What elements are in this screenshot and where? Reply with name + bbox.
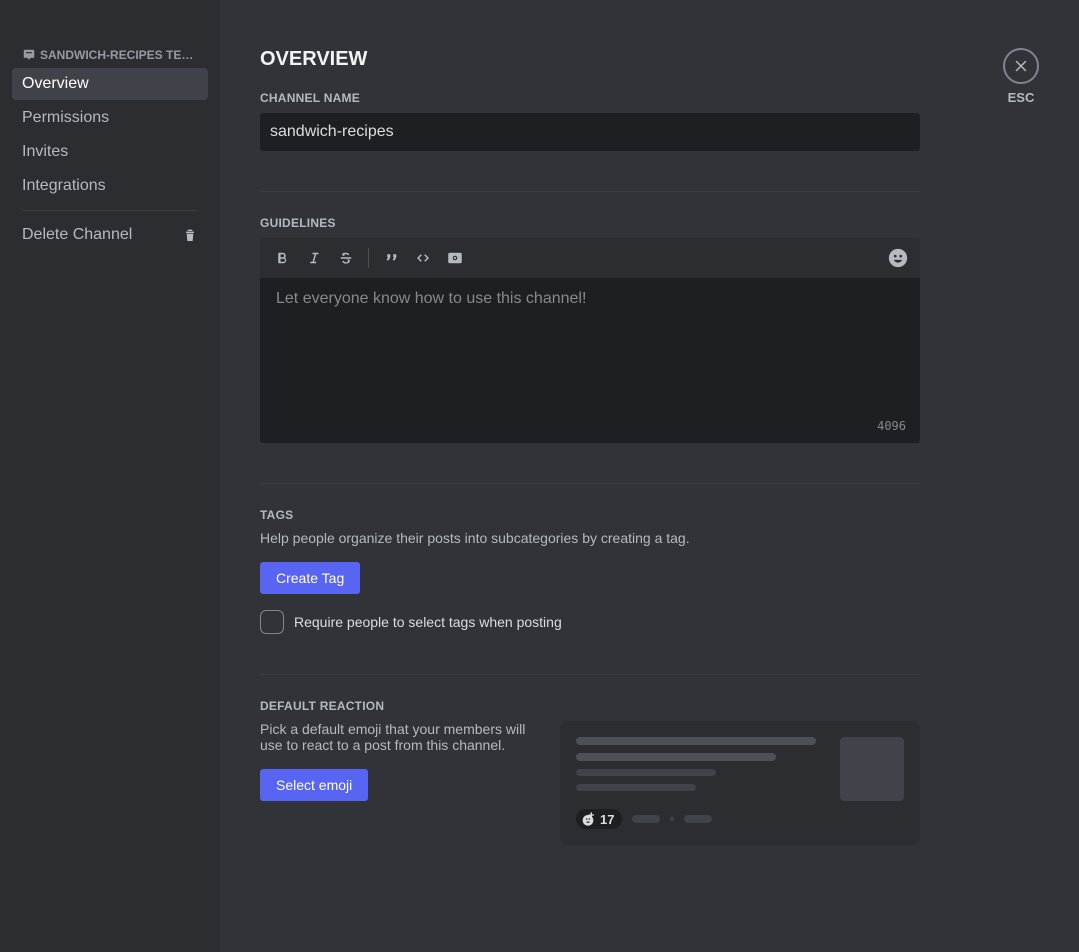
bold-icon — [273, 249, 291, 267]
require-tags-checkbox[interactable] — [260, 610, 284, 634]
channel-name-input[interactable] — [260, 113, 920, 151]
code-button[interactable] — [409, 244, 437, 272]
create-tag-button[interactable]: Create Tag — [260, 562, 360, 594]
sidebar-item-label: Overview — [22, 75, 89, 92]
italic-button[interactable] — [300, 244, 328, 272]
divider — [260, 483, 920, 484]
divider — [260, 191, 920, 192]
sidebar-category-header: SANDWICH-RECIPES TE… — [12, 48, 208, 68]
guidelines-textarea[interactable]: Let everyone know how to use this channe… — [260, 278, 920, 443]
toolbar-divider — [368, 248, 369, 268]
char-counter: 4096 — [877, 419, 906, 433]
preview-line — [576, 753, 776, 761]
tags-label: TAGS — [260, 508, 920, 522]
close-label: ESC — [1008, 90, 1035, 105]
sidebar-item-label: Integrations — [22, 177, 106, 194]
preview-line — [684, 815, 712, 823]
sidebar-item-integrations[interactable]: Integrations — [12, 170, 208, 202]
add-reaction-icon — [580, 811, 596, 827]
sidebar-item-permissions[interactable]: Permissions — [12, 102, 208, 134]
sidebar-item-invites[interactable]: Invites — [12, 136, 208, 168]
settings-sidebar: SANDWICH-RECIPES TE… Overview Permission… — [0, 0, 220, 952]
guidelines-placeholder: Let everyone know how to use this channe… — [276, 290, 586, 307]
italic-icon — [305, 249, 323, 267]
default-reaction-help: Pick a default emoji that your members w… — [260, 721, 540, 753]
sidebar-item-label: Delete Channel — [22, 226, 132, 244]
preview-line — [632, 815, 660, 823]
close-icon — [1012, 57, 1030, 75]
default-reaction-row: Pick a default emoji that your members w… — [260, 721, 920, 845]
require-tags-row: Require people to select tags when posti… — [260, 610, 920, 634]
sidebar-item-overview[interactable]: Overview — [12, 68, 208, 100]
eye-icon — [446, 249, 464, 267]
emoji-button[interactable] — [884, 244, 912, 272]
quote-button[interactable] — [377, 244, 405, 272]
sidebar-item-label: Invites — [22, 143, 68, 160]
divider — [22, 210, 198, 211]
strikethrough-button[interactable] — [332, 244, 360, 272]
require-tags-label: Require people to select tags when posti… — [294, 614, 562, 630]
eye-button[interactable] — [441, 244, 469, 272]
forum-channel-icon — [22, 48, 36, 62]
preview-line — [576, 784, 696, 791]
reaction-pill: 17 — [576, 809, 622, 829]
default-reaction-info: Pick a default emoji that your members w… — [260, 721, 540, 801]
sidebar-category-label: SANDWICH-RECIPES TE… — [40, 48, 193, 62]
strikethrough-icon — [337, 249, 355, 267]
settings-content: ESC OVERVIEW CHANNEL NAME GUIDELINES Let… — [220, 0, 1079, 952]
preview-dot — [670, 817, 674, 821]
preview-footer: 17 — [576, 809, 904, 829]
page-title: OVERVIEW — [260, 48, 920, 71]
editor-toolbar — [260, 238, 920, 278]
quote-icon — [382, 249, 400, 267]
sidebar-item-delete-channel[interactable]: Delete Channel — [12, 219, 208, 251]
close-area: ESC — [1003, 48, 1039, 105]
emoji-icon — [887, 247, 909, 269]
tags-help: Help people organize their posts into su… — [260, 530, 920, 546]
sidebar-item-label: Permissions — [22, 109, 109, 126]
default-reaction-label: DEFAULT REACTION — [260, 699, 920, 713]
trash-icon — [182, 227, 198, 243]
code-icon — [414, 249, 432, 267]
channel-name-label: CHANNEL NAME — [260, 91, 920, 105]
select-emoji-button[interactable]: Select emoji — [260, 769, 368, 801]
divider — [260, 674, 920, 675]
guidelines-editor: Let everyone know how to use this channe… — [260, 238, 920, 443]
preview-thumbnail — [840, 737, 904, 801]
preview-line — [576, 737, 816, 745]
bold-button[interactable] — [268, 244, 296, 272]
close-button[interactable] — [1003, 48, 1039, 84]
reaction-preview-card: 17 — [560, 721, 920, 845]
reaction-count: 17 — [600, 812, 614, 827]
preview-line — [576, 769, 716, 776]
guidelines-label: GUIDELINES — [260, 216, 920, 230]
